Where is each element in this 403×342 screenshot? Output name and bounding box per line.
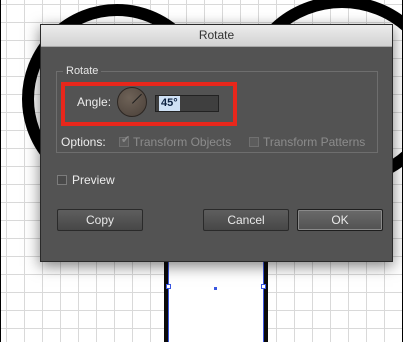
angle-dial-icon[interactable] xyxy=(117,87,147,117)
ok-button[interactable]: OK xyxy=(297,209,383,231)
selection-center-point xyxy=(214,287,217,290)
preview-label[interactable]: Preview xyxy=(72,173,115,187)
angle-label: Angle: xyxy=(77,95,112,109)
angle-dial-indicator xyxy=(132,93,142,104)
dialog-title: Rotate xyxy=(198,28,235,42)
preview-checkbox[interactable] xyxy=(57,175,67,185)
cancel-button[interactable]: Cancel xyxy=(203,209,289,231)
artboard-canvas[interactable]: Rotate Rotate Angle: 45° Options: ✔ Tran… xyxy=(0,0,403,342)
selection-handle-middle-right[interactable] xyxy=(261,284,266,289)
copy-button[interactable]: Copy xyxy=(57,209,143,231)
rotate-dialog: Rotate Rotate Angle: 45° Options: ✔ Tran… xyxy=(40,24,393,262)
checkmark-icon: ✔ xyxy=(121,134,131,146)
angle-input[interactable]: 45° xyxy=(155,95,219,112)
angle-input-value: 45° xyxy=(159,96,180,111)
dialog-title-bar[interactable]: Rotate xyxy=(41,25,392,47)
transform-objects-label[interactable]: Transform Objects xyxy=(133,135,231,149)
selection-handle-middle-left[interactable] xyxy=(166,284,171,289)
transform-objects-checkbox[interactable]: ✔ xyxy=(119,134,131,147)
transform-patterns-checkbox[interactable] xyxy=(249,137,259,147)
transform-patterns-label[interactable]: Transform Patterns xyxy=(263,135,365,149)
options-label: Options: xyxy=(61,135,106,149)
rotate-group-label: Rotate xyxy=(63,65,102,77)
